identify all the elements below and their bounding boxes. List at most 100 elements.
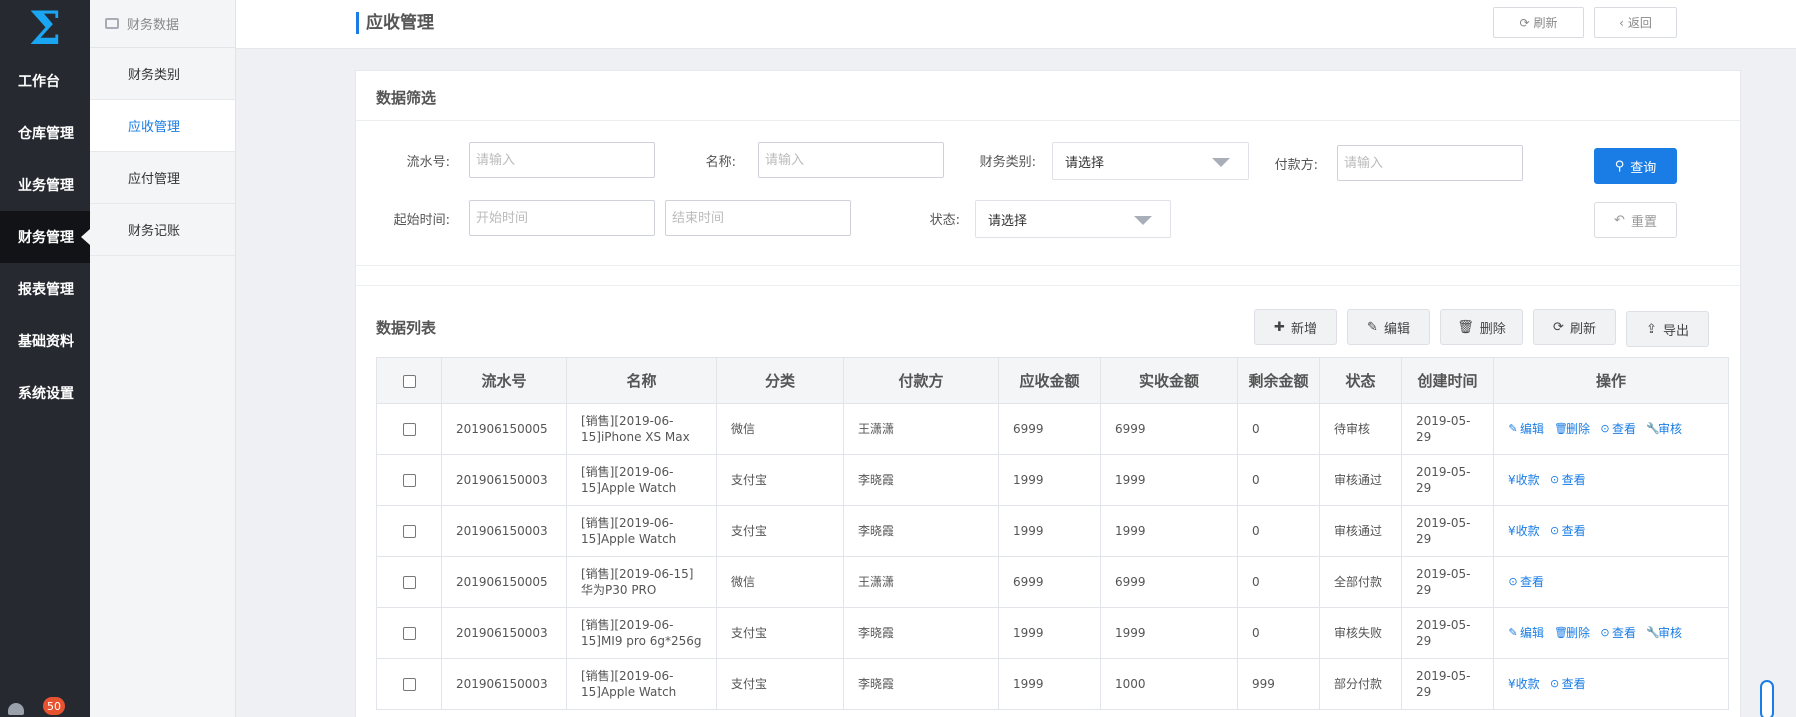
row-action-link[interactable]: ⊙ 查看 xyxy=(1550,523,1586,539)
row-action-link[interactable]: 🔧 审核 xyxy=(1646,625,1682,641)
column-header[interactable]: 创建时间 xyxy=(1401,357,1494,404)
row-action-link[interactable]: ⊙ 查看 xyxy=(1508,574,1544,590)
nav-item[interactable]: 业务管理 xyxy=(0,159,90,211)
column-header[interactable]: 分类 xyxy=(716,357,844,404)
subnav-item[interactable]: 财务类别 xyxy=(90,48,235,100)
row-action-link[interactable]: 🗑 删除 xyxy=(1554,421,1590,437)
view-icon: ⊙ xyxy=(1600,422,1610,435)
row-action-link[interactable]: ✎ 编辑 xyxy=(1508,421,1544,437)
end-time-input[interactable] xyxy=(665,200,851,236)
delete-button[interactable]: 🗑 删除 xyxy=(1440,309,1523,345)
query-button[interactable]: ⚲ 查询 xyxy=(1594,148,1677,184)
name-input[interactable] xyxy=(758,142,944,178)
serial-input[interactable] xyxy=(469,142,655,178)
row-checkbox[interactable] xyxy=(402,423,416,436)
status-select-value: 请选择 xyxy=(988,213,1028,229)
row-action-label: 删除 xyxy=(1566,626,1591,640)
column-header[interactable]: 状态 xyxy=(1319,357,1402,404)
pencil-icon: ✎ xyxy=(1508,626,1518,639)
table-row: 201906150003 [销售][2019-06-15]Apple Watch 支… xyxy=(376,505,1729,557)
row-action-link[interactable]: ⊙ 查看 xyxy=(1550,472,1586,488)
back-button[interactable]: ‹ 返回 xyxy=(1594,7,1677,38)
cell-name: [销售][2019-06-15]Apple Watch xyxy=(566,454,717,506)
column-header[interactable]: 付款方 xyxy=(843,357,999,404)
cell-receivable: 1999 xyxy=(998,454,1101,506)
status-select[interactable]: 请选择 xyxy=(975,200,1171,238)
column-header[interactable]: 流水号 xyxy=(441,357,567,404)
cell-serial: 201906150003 xyxy=(441,658,567,710)
column-header[interactable]: 实收金额 xyxy=(1100,357,1238,404)
pencil-icon: ✎ xyxy=(1508,422,1518,435)
column-header[interactable]: 名称 xyxy=(566,357,717,404)
cell-receivable: 6999 xyxy=(998,556,1101,608)
nav-item[interactable]: 财务管理 xyxy=(0,211,90,263)
edit-button[interactable]: ✎ 编辑 xyxy=(1347,309,1430,345)
row-select-cell xyxy=(376,658,442,710)
refresh-page-button[interactable]: ⟳ 刷新 xyxy=(1493,7,1584,38)
nav-item[interactable]: 基础资料 xyxy=(0,315,90,367)
cell-status: 审核通过 xyxy=(1319,454,1402,506)
sigma-logo-icon[interactable]: Σ xyxy=(0,0,90,55)
row-checkbox[interactable] xyxy=(402,678,416,691)
main-nav: Σ 工作台 仓库管理 业务管理 财务管理 报表管理 基础资料 系统设置 50 xyxy=(0,0,90,717)
filter-section-title: 数据筛选 xyxy=(376,89,437,107)
cell-created: 2019-05-29 xyxy=(1401,607,1494,659)
row-action-link[interactable]: 🔧 审核 xyxy=(1646,421,1682,437)
row-checkbox[interactable] xyxy=(402,627,416,640)
row-action-link[interactable]: ¥收款 xyxy=(1508,472,1540,488)
row-action-link[interactable]: ¥收款 xyxy=(1508,676,1540,692)
cell-receivable: 6999 xyxy=(998,403,1101,455)
subnav-item[interactable]: 应付管理 xyxy=(90,152,235,204)
cell-category: 微信 xyxy=(716,403,844,455)
scroll-to-top-handle[interactable] xyxy=(1760,680,1774,717)
column-header[interactable]: 剩余金额 xyxy=(1237,357,1320,404)
row-action-link[interactable]: ⊙ 查看 xyxy=(1550,676,1586,692)
table-body: 201906150005 [销售][2019-06-15]iPhone XS Ma… xyxy=(376,403,1729,710)
subnav-item[interactable]: 应收管理 xyxy=(90,100,235,152)
start-time-input[interactable] xyxy=(469,200,655,236)
row-action-link[interactable]: ⊙ 查看 xyxy=(1600,625,1636,641)
row-action-link[interactable]: 🗑 删除 xyxy=(1554,625,1590,641)
row-action-label: 查看 xyxy=(1612,626,1637,640)
row-checkbox[interactable] xyxy=(402,525,416,538)
cell-status: 全部付款 xyxy=(1319,556,1402,608)
notification-badge[interactable]: 50 xyxy=(43,697,65,715)
row-action-link[interactable]: ⊙ 查看 xyxy=(1600,421,1636,437)
row-checkbox[interactable] xyxy=(402,576,416,589)
payer-input[interactable] xyxy=(1337,145,1523,181)
nav-item[interactable]: 工作台 xyxy=(0,55,90,107)
subnav-header-label: 财务数据 xyxy=(127,18,180,33)
view-icon: ⊙ xyxy=(1550,677,1560,690)
payer-label: 付款方: xyxy=(1274,158,1318,173)
wrench-icon: 🔧 xyxy=(1646,422,1660,435)
subnav-item[interactable]: 财务记账 xyxy=(90,204,235,256)
cell-created: 2019-05-29 xyxy=(1401,505,1494,557)
reset-button[interactable]: ↶ 重置 xyxy=(1594,202,1677,238)
export-button[interactable]: ⇪ 导出 xyxy=(1626,311,1709,347)
cell-received: 6999 xyxy=(1100,403,1238,455)
select-all-checkbox[interactable] xyxy=(402,374,416,388)
add-button[interactable]: ✚ 新增 xyxy=(1254,309,1337,345)
nav-item[interactable]: 报表管理 xyxy=(0,263,90,315)
select-all-cell xyxy=(376,357,442,404)
export-label: 导出 xyxy=(1662,323,1689,339)
list-refresh-button[interactable]: ⟳ 刷新 xyxy=(1533,309,1616,345)
row-action-label: 查看 xyxy=(1520,575,1545,589)
nav-item[interactable]: 系统设置 xyxy=(0,367,90,419)
row-action-link[interactable]: ¥收款 xyxy=(1508,523,1540,539)
row-select-cell xyxy=(376,505,442,557)
row-checkbox[interactable] xyxy=(402,474,416,487)
row-action-label: 编辑 xyxy=(1520,626,1545,640)
row-action-link[interactable]: ✎ 编辑 xyxy=(1508,625,1544,641)
bell-icon[interactable] xyxy=(8,703,24,715)
main-nav-list: 工作台 仓库管理 业务管理 财务管理 报表管理 基础资料 系统设置 xyxy=(0,55,90,419)
row-action-label: 审核 xyxy=(1658,626,1683,640)
row-action-label: 审核 xyxy=(1658,422,1683,436)
serial-label: 流水号: xyxy=(406,155,450,170)
nav-item[interactable]: 仓库管理 xyxy=(0,107,90,159)
row-action-label: 查看 xyxy=(1561,524,1586,538)
cell-received: 1000 xyxy=(1100,658,1238,710)
column-header[interactable]: 应收金额 xyxy=(998,357,1101,404)
category-select[interactable]: 请选择 xyxy=(1052,142,1249,180)
cell-category: 微信 xyxy=(716,556,844,608)
